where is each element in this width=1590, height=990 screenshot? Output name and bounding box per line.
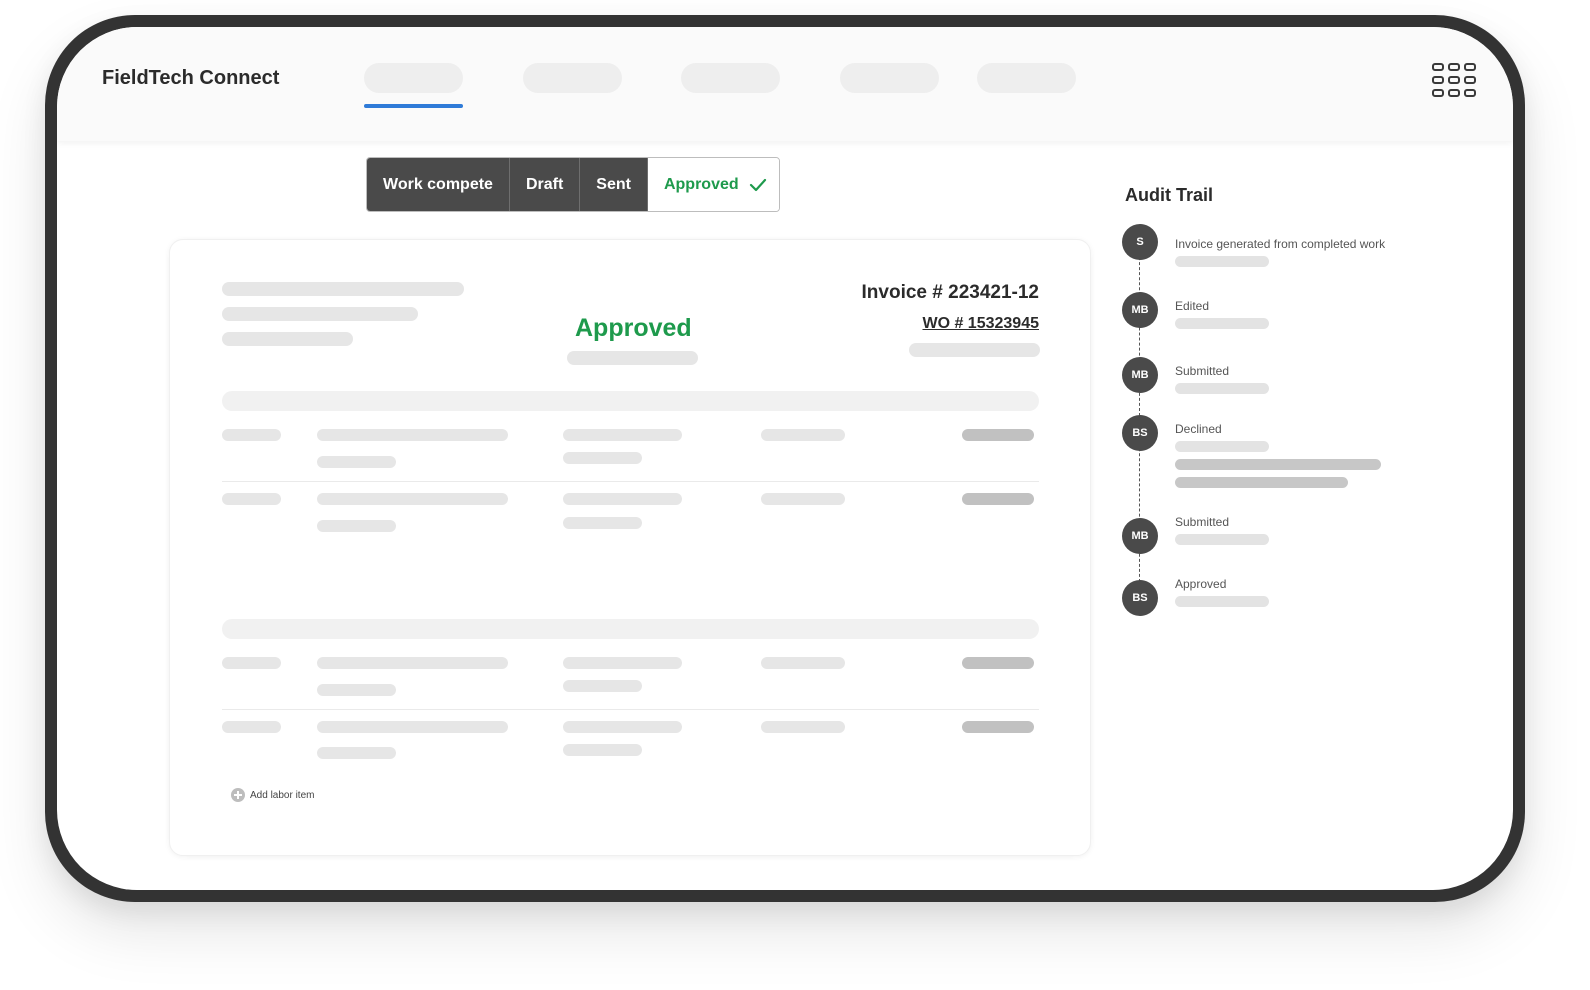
audit-entry-label: Approved (1175, 577, 1227, 591)
placeholder-cell (317, 456, 396, 468)
placeholder-line (909, 343, 1040, 357)
check-icon (749, 178, 766, 191)
placeholder-cell (563, 517, 642, 529)
placeholder-line (222, 282, 464, 296)
status-step-draft[interactable]: Draft (509, 158, 581, 211)
placeholder-cell (761, 721, 845, 733)
placeholder-cell (317, 429, 508, 441)
placeholder-cell (761, 657, 845, 669)
placeholder-line (1175, 477, 1348, 488)
placeholder-cell (222, 493, 281, 505)
nav-tab-2[interactable] (523, 63, 622, 93)
placeholder-amount (962, 429, 1034, 441)
placeholder-cell (317, 493, 508, 505)
audit-entry-label: Invoice generated from completed work (1175, 237, 1386, 251)
placeholder-amount (962, 493, 1034, 505)
placeholder-cell (317, 747, 396, 759)
placeholder-cell (563, 721, 682, 733)
placeholder-line (222, 332, 353, 346)
placeholder-line (1175, 383, 1269, 394)
placeholder-line (1175, 441, 1269, 452)
table-header-placeholder (222, 619, 1039, 639)
audit-entry-label: Declined (1175, 422, 1222, 436)
invoice-number: Invoice # 223421-12 (861, 282, 1039, 303)
invoice-status-label: Approved (575, 314, 692, 342)
app-title: FieldTech Connect (102, 67, 280, 89)
placeholder-line (1175, 318, 1269, 329)
status-step-approved-label: Approved (663, 175, 739, 193)
placeholder-cell (563, 680, 642, 692)
placeholder-line (567, 351, 698, 365)
placeholder-cell (222, 721, 281, 733)
audit-entry-label: Edited (1175, 299, 1210, 313)
placeholder-cell (317, 684, 396, 696)
placeholder-cell (222, 429, 281, 441)
placeholder-cell (761, 493, 845, 505)
add-labor-item-button[interactable]: Add labor item (231, 788, 314, 802)
placeholder-cell (563, 744, 642, 756)
placeholder-cell (563, 452, 642, 464)
grid-apps-icon[interactable] (1432, 63, 1476, 99)
nav-tab-1[interactable] (364, 63, 463, 93)
nav-tab-5[interactable] (977, 63, 1076, 93)
placeholder-cell (761, 429, 845, 441)
app-screen: FieldTech Connect Work compete Draft Sen… (57, 27, 1513, 890)
placeholder-line (1175, 596, 1269, 607)
placeholder-cell (317, 657, 508, 669)
row-divider (222, 709, 1039, 710)
audit-trail-title: Audit Trail (1125, 185, 1214, 205)
work-order-link[interactable]: WO # 15323945 (922, 315, 1039, 333)
nav-tab-3[interactable] (681, 63, 780, 93)
invoice-card: Approved Invoice # 223421-12 WO # 153239… (169, 239, 1091, 856)
audit-entry-label: Submitted (1175, 364, 1230, 378)
avatar: MB (1122, 357, 1158, 393)
active-tab-indicator (364, 104, 463, 108)
avatar: BS (1122, 415, 1158, 451)
invoice-status-stepper: Work compete Draft Sent Approved (366, 157, 780, 212)
placeholder-amount (962, 721, 1034, 733)
placeholder-cell (317, 721, 508, 733)
plus-circle-icon (231, 788, 245, 802)
placeholder-cell (563, 657, 682, 669)
top-navigation-bar: FieldTech Connect (57, 27, 1513, 141)
row-divider (222, 481, 1039, 482)
placeholder-amount (962, 657, 1034, 669)
table-header-placeholder (222, 391, 1039, 411)
audit-entry-label: Submitted (1175, 515, 1230, 529)
device-frame: FieldTech Connect Work compete Draft Sen… (45, 15, 1525, 902)
placeholder-line (222, 307, 418, 321)
placeholder-cell (563, 493, 682, 505)
avatar: MB (1122, 292, 1158, 328)
avatar: BS (1122, 580, 1158, 616)
status-step-approved[interactable]: Approved (647, 158, 779, 211)
placeholder-cell (563, 429, 682, 441)
placeholder-line (1175, 256, 1269, 267)
add-labor-item-label: Add labor item (250, 789, 315, 801)
avatar: MB (1122, 518, 1158, 554)
placeholder-cell (222, 657, 281, 669)
nav-tab-4[interactable] (840, 63, 939, 93)
avatar: S (1122, 224, 1158, 260)
status-step-sent[interactable]: Sent (580, 158, 648, 211)
placeholder-line (1175, 459, 1381, 470)
status-step-work-complete[interactable]: Work compete (367, 158, 510, 211)
placeholder-line (1175, 534, 1269, 545)
placeholder-cell (317, 520, 396, 532)
